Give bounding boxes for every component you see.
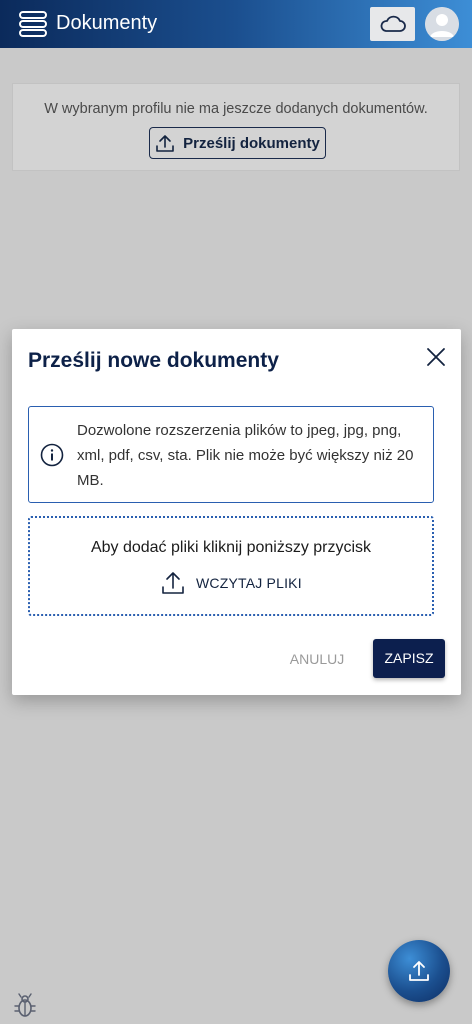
- close-icon[interactable]: [424, 345, 448, 369]
- empty-documents-card: W wybranym profilu nie ma jeszcze dodany…: [12, 83, 460, 171]
- menu-icon[interactable]: [18, 10, 48, 38]
- info-text: Dozwolone rozszerzenia plików to jpeg, j…: [77, 422, 414, 489]
- upload-documents-button[interactable]: Prześlij dokumenty: [149, 127, 326, 159]
- page-title: Dokumenty: [56, 12, 158, 34]
- upload-icon: [162, 572, 184, 594]
- upload-modal: Prześlij nowe dokumenty Dozwolone rozsze…: [12, 329, 461, 695]
- load-files-label: WCZYTAJ PLIKI: [196, 575, 302, 591]
- bug-icon[interactable]: [14, 993, 36, 1019]
- app-root: Dokumenty W wybranym profilu nie ma jesz…: [0, 0, 472, 1024]
- upload-documents-label: Prześlij dokumenty: [183, 134, 320, 152]
- user-avatar-icon: [425, 7, 459, 41]
- user-avatar[interactable]: [425, 7, 459, 41]
- save-button[interactable]: ZAPISZ: [373, 639, 445, 678]
- cloud-sync-button[interactable]: [370, 7, 415, 41]
- app-header: Dokumenty: [0, 0, 472, 48]
- load-files-button[interactable]: WCZYTAJ PLIKI: [160, 568, 302, 598]
- upload-fab-button[interactable]: [388, 940, 450, 1002]
- empty-message: W wybranym profilu nie ma jeszcze dodany…: [44, 101, 428, 117]
- drop-zone-text: Aby dodać pliki kliknij poniższy przycis…: [90, 539, 372, 556]
- modal-title: Prześlij nowe dokumenty: [28, 349, 279, 372]
- upload-icon: [156, 135, 174, 152]
- file-drop-zone[interactable]: Aby dodać pliki kliknij poniższy przycis…: [28, 516, 434, 616]
- cancel-button[interactable]: ANULUJ: [282, 647, 352, 671]
- upload-icon: [409, 961, 429, 981]
- cloud-icon: [380, 15, 406, 32]
- info-box: Dozwolone rozszerzenia plików to jpeg, j…: [28, 406, 434, 503]
- info-icon: [40, 443, 64, 467]
